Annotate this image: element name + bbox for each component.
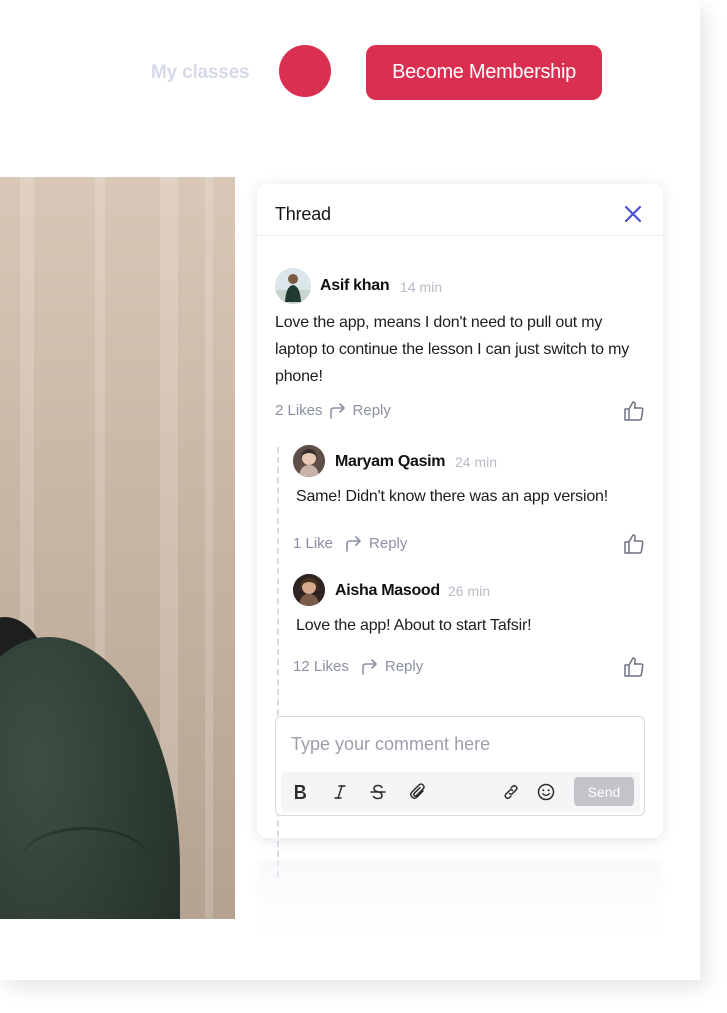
thumbs-up-icon[interactable] <box>623 656 645 678</box>
reply-time: 26 min <box>448 583 491 599</box>
reply-author[interactable]: Aisha Masood <box>335 582 440 600</box>
comment-author[interactable]: Asif khan <box>320 277 390 295</box>
reply-button[interactable]: Reply <box>361 658 423 675</box>
comment-time: 14 min <box>400 279 443 295</box>
become-membership-button[interactable]: Become Membership <box>366 45 602 100</box>
avatar <box>275 268 311 304</box>
likes-count[interactable]: 2 Likes <box>275 402 323 419</box>
reply-meta: 1 Like Reply <box>293 535 407 552</box>
italic-icon[interactable] <box>329 781 351 803</box>
thumbs-up-icon[interactable] <box>623 533 645 555</box>
reply-time: 24 min <box>455 454 498 470</box>
attachment-icon[interactable] <box>407 781 429 803</box>
composer-toolbar: Send <box>281 772 640 812</box>
background-panel-shadow <box>257 860 663 940</box>
thread-panel: Thread Asif khan 14 min Love the app, me… <box>257 184 663 877</box>
avatar <box>293 574 325 606</box>
comment-meta: 2 Likes Reply <box>275 402 391 419</box>
link-icon[interactable] <box>500 781 522 803</box>
page-container: My classes Become Membership Thread Asif… <box>0 0 700 980</box>
reply-text: Love the app! About to start Tafsir! <box>296 617 532 634</box>
likes-count[interactable]: 1 Like <box>293 535 333 552</box>
hero-photo <box>0 177 235 919</box>
emoji-icon[interactable] <box>535 781 557 803</box>
send-button[interactable]: Send <box>574 777 634 806</box>
user-avatar[interactable] <box>279 45 331 97</box>
bold-icon[interactable] <box>289 781 311 803</box>
reply-text: Same! Didn't know there was an app versi… <box>296 488 608 505</box>
reply-button[interactable]: Reply <box>345 535 407 552</box>
reply-author[interactable]: Maryam Qasim <box>335 453 446 471</box>
nav-my-classes[interactable]: My classes <box>151 62 250 84</box>
reply-label: Reply <box>352 402 391 419</box>
comment-item: Asif khan 14 min Love the app, means I d… <box>257 184 663 444</box>
strikethrough-icon[interactable] <box>367 781 389 803</box>
reply-arrow-icon <box>346 535 361 552</box>
reply-label: Reply <box>384 658 424 675</box>
comment-composer: Send <box>275 716 645 816</box>
avatar <box>293 445 325 477</box>
reply-arrow-icon <box>329 402 345 419</box>
likes-count[interactable]: 12 Likes <box>293 658 349 675</box>
thumbs-up-icon[interactable] <box>623 400 645 422</box>
comment-text: Love the app, means I don't need to pull… <box>275 314 630 385</box>
comment-input[interactable] <box>291 734 621 755</box>
reply-label: Reply <box>369 535 408 552</box>
reply-arrow-icon <box>362 658 377 675</box>
reply-meta: 12 Likes Reply <box>293 658 423 675</box>
reply-button[interactable]: Reply <box>329 402 391 419</box>
